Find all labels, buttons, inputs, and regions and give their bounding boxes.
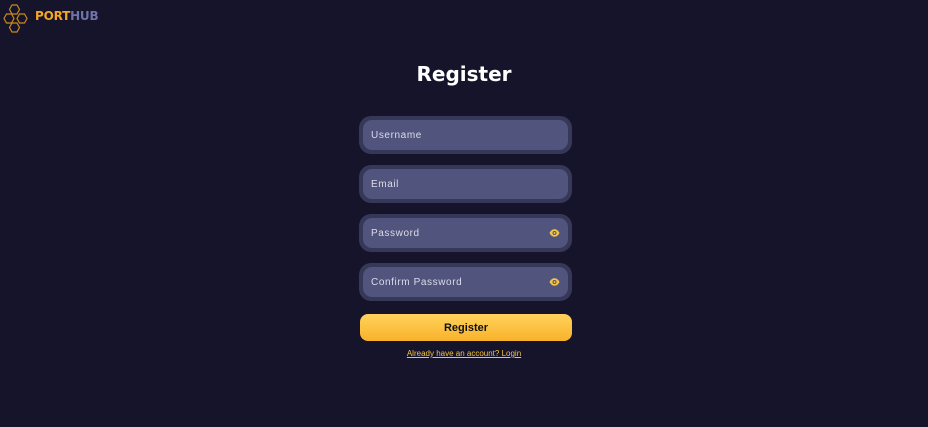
confirm-password-field-wrapper: [359, 263, 572, 301]
brand-logo[interactable]: PORTHUB: [3, 3, 99, 33]
password-field-box: [363, 218, 568, 248]
register-button[interactable]: Register: [360, 314, 572, 341]
email-input[interactable]: [371, 178, 560, 190]
confirm-password-visibility-toggle-eye-icon[interactable]: [548, 277, 560, 287]
confirm-password-field-box: [363, 267, 568, 297]
confirm-password-input[interactable]: [371, 276, 548, 288]
username-field-box: [363, 120, 568, 150]
honeycomb-logo-icon: [3, 4, 28, 33]
brand-name: PORTHUB: [35, 9, 99, 23]
username-input[interactable]: [371, 129, 560, 141]
password-field-wrapper: [359, 214, 572, 252]
password-visibility-toggle-eye-icon[interactable]: [548, 228, 560, 238]
brand-name-hub: HUB: [70, 9, 99, 23]
password-input[interactable]: [371, 227, 548, 239]
page-title: Register: [416, 62, 512, 86]
brand-name-port: PORT: [35, 9, 71, 23]
email-field-wrapper: [359, 165, 572, 203]
email-field-box: [363, 169, 568, 199]
login-link[interactable]: Already have an account? Login: [0, 349, 928, 358]
username-field-wrapper: [359, 116, 572, 154]
